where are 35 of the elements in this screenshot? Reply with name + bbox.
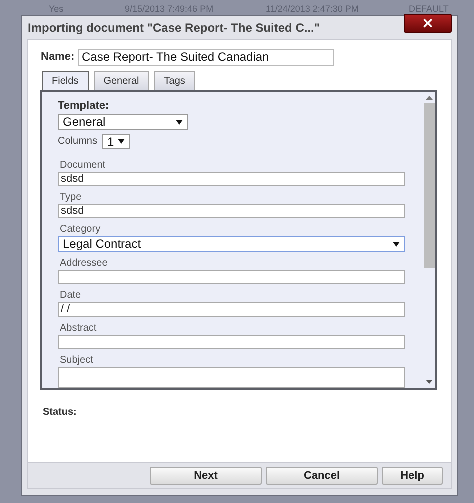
scroll-up-icon[interactable]: [426, 96, 432, 100]
dialog-button[interactable]: Cancel: [266, 466, 378, 484]
field-label: Date: [59, 289, 82, 302]
close-button[interactable]: ×: [404, 14, 452, 33]
input-field[interactable]: sdsd: [58, 172, 405, 186]
name-label: Name:: [41, 51, 76, 63]
input-field[interactable]: sdsd: [58, 204, 405, 218]
dialog-button[interactable]: Help: [382, 466, 443, 484]
status-label: Status:: [42, 407, 78, 418]
text-area[interactable]: [58, 366, 405, 388]
caret-icon: [393, 242, 400, 247]
field-label: Type: [59, 191, 82, 204]
field-label: Category: [59, 223, 101, 236]
columns-dropdown[interactable]: 1: [102, 134, 130, 149]
caret-icon: [176, 120, 183, 124]
field-label: Subject: [59, 354, 94, 367]
dialog-button[interactable]: Next: [150, 466, 262, 484]
tab[interactable]: Tags: [154, 71, 196, 90]
template-label: Template:: [58, 101, 110, 112]
input-field[interactable]: [58, 270, 405, 284]
name-field[interactable]: Case Report- The Suited Canadian: [78, 48, 334, 66]
tab[interactable]: General: [94, 71, 150, 90]
field-label: Abstract: [59, 322, 97, 334]
template-dropdown[interactable]: General: [58, 114, 188, 130]
scroll-down-icon[interactable]: [426, 380, 432, 384]
input-field[interactable]: [58, 334, 405, 349]
columns-label: Columns: [58, 136, 98, 147]
tab[interactable]: Fields: [42, 71, 89, 90]
input-field[interactable]: / /: [58, 302, 405, 316]
field-label: Document: [59, 159, 106, 172]
scroll-thumb[interactable]: [424, 103, 434, 268]
caret-icon: [118, 139, 126, 144]
field-label: Addressee: [59, 257, 108, 270]
category-dropdown[interactable]: Legal Contract: [58, 236, 405, 252]
window-title: Importing document "Case Report- The Suited C...": [28, 20, 320, 34]
